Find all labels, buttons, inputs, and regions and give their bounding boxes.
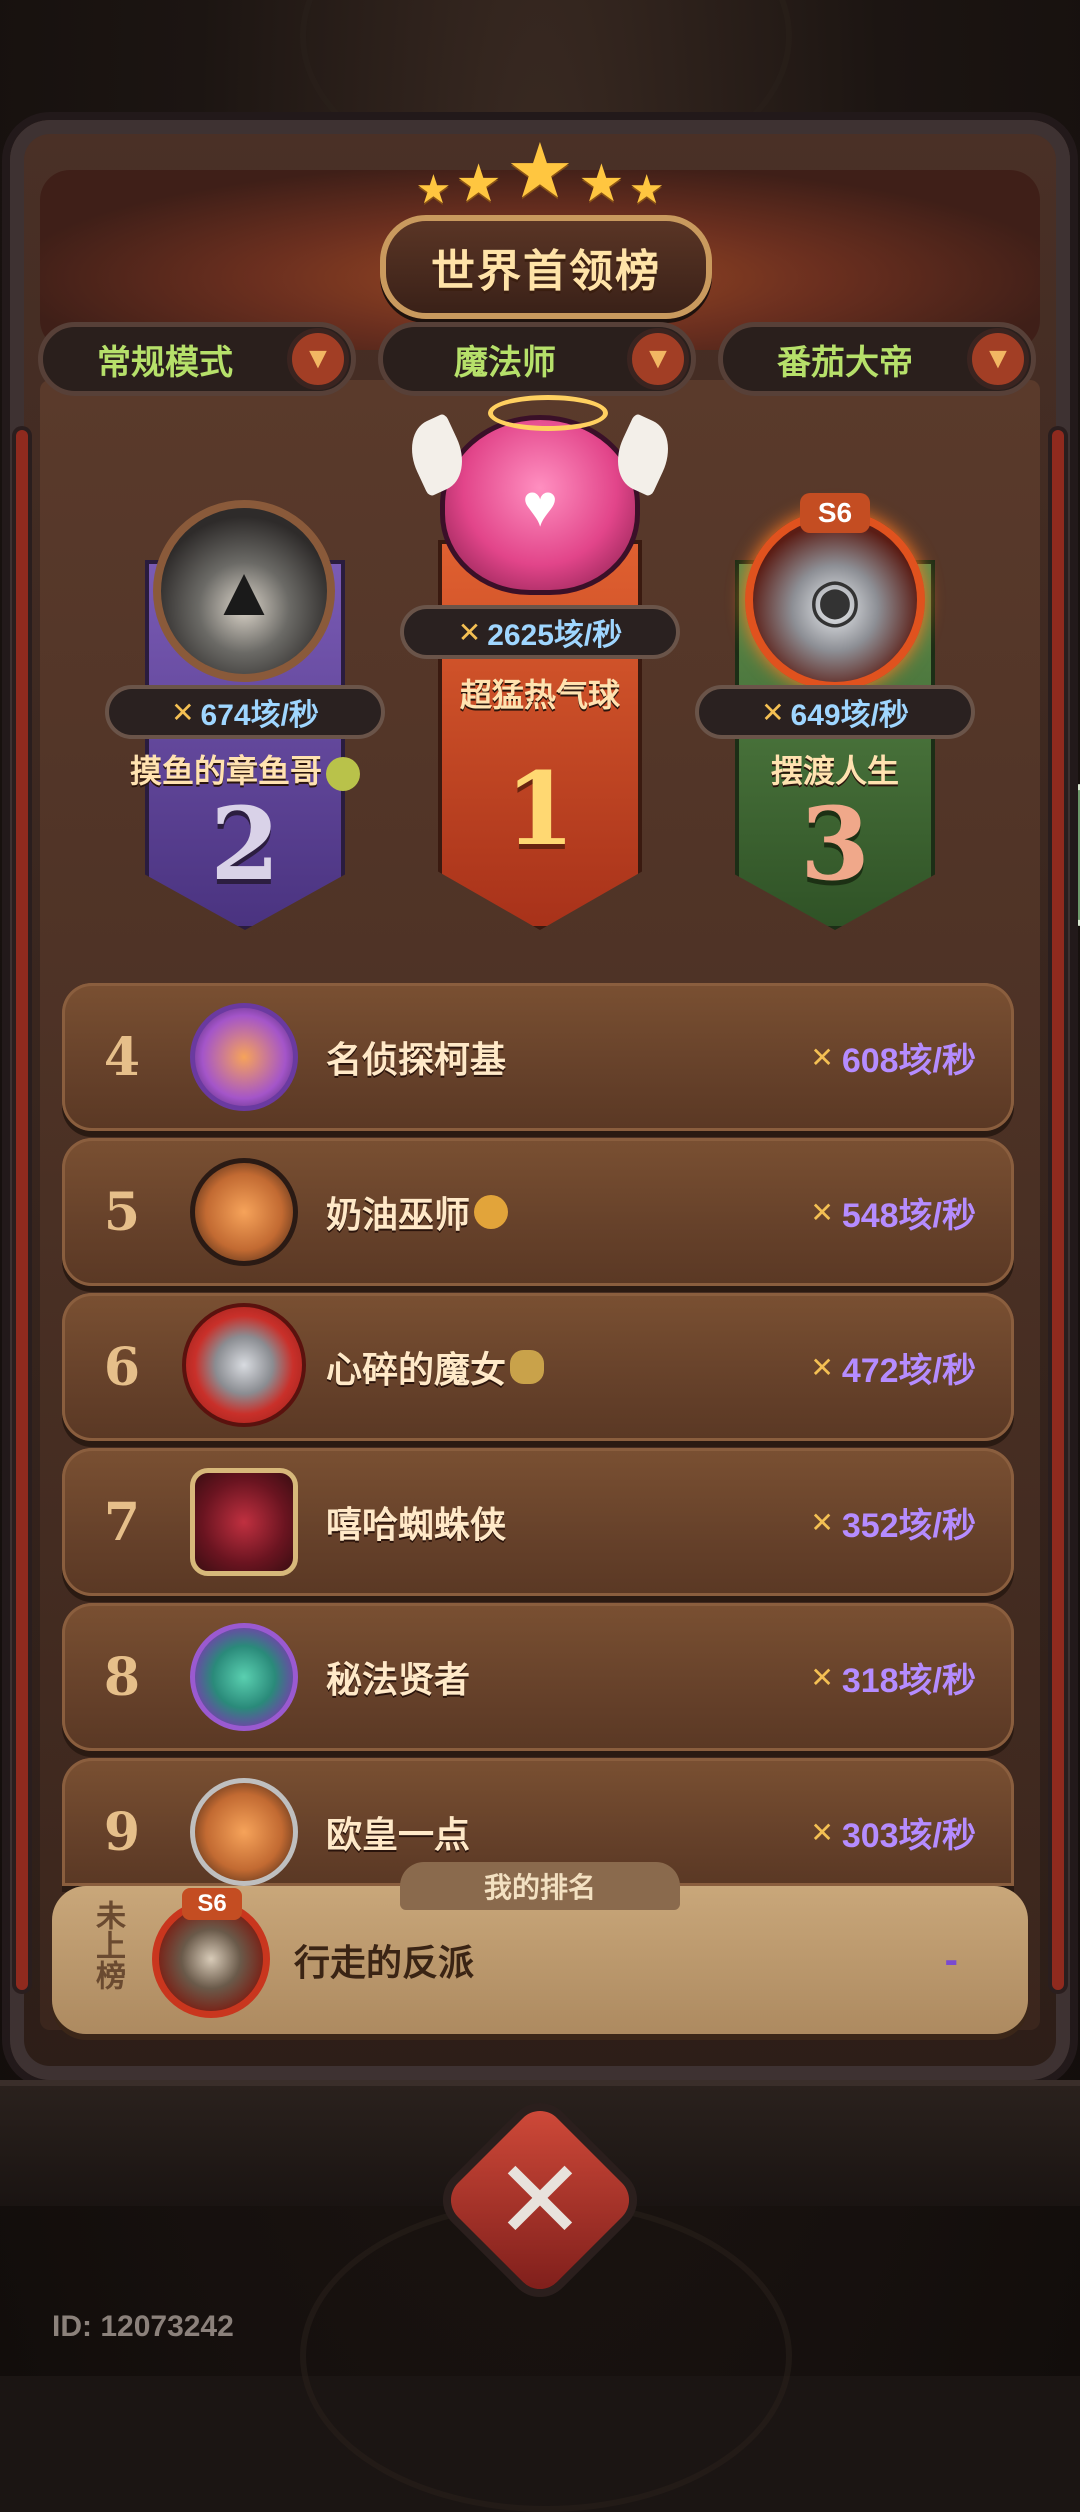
row-name: 心碎的魔女 [326, 1293, 545, 1441]
pear-icon [326, 756, 360, 791]
podium-first-pennant [438, 540, 642, 930]
row-avatar[interactable] [190, 1003, 298, 1111]
row-rank: 8 [103, 1646, 141, 1708]
chevron-down-icon[interactable]: ▼ [287, 328, 349, 390]
row-avatar[interactable] [190, 1778, 298, 1886]
ranking-row[interactable]: 6 心碎的魔女 ✕ 472垓/秒 [62, 1293, 1014, 1441]
chevron-down-icon[interactable]: ▼ [627, 328, 689, 390]
star-icon: ★ [628, 168, 665, 212]
page-title: 世界首领榜 [431, 247, 661, 296]
mode-dropdown-label: 常规模式 [97, 343, 233, 382]
podium-first-score-value: 2625垓/秒 [487, 619, 623, 652]
row-rank: 6 [103, 1336, 141, 1398]
row-name: 秘法贤者 [326, 1659, 471, 1700]
row-score: ✕ 318垓/秒 [810, 1661, 976, 1700]
crossed-swords-icon: ✕ [457, 616, 482, 648]
row-name: 奶油巫师 [326, 1138, 509, 1286]
title-plate: 世界首领榜 [380, 215, 712, 319]
crossed-swords-icon: ✕ [810, 1351, 834, 1383]
ranking-row[interactable]: 8 秘法贤者 ✕ 318垓/秒 [62, 1603, 1014, 1751]
left-rail [16, 430, 28, 1990]
my-rank-tab: 我的排名 [400, 1862, 680, 1910]
podium-third-rank: 3 [800, 785, 870, 903]
row-avatar[interactable] [190, 1468, 298, 1576]
crossed-swords-icon: ✕ [810, 1196, 834, 1228]
my-score: - [944, 1937, 958, 1982]
mode-dropdown[interactable]: 常规模式 ▼ [38, 322, 356, 396]
crossed-swords-icon: ✕ [810, 1041, 834, 1073]
heart-balloon-icon: ♥ [522, 471, 558, 539]
row-avatar[interactable] [182, 1303, 306, 1427]
class-dropdown-label: 魔法师 [454, 343, 556, 382]
podium-second-avatar[interactable]: ▲ [153, 500, 335, 682]
boss-dropdown[interactable]: 番茄大帝 ▼ [718, 322, 1036, 396]
podium-first-name: 超猛热气球 [459, 677, 620, 713]
star-icon: ★ [455, 155, 502, 213]
user-id: ID: 12073242 [52, 2310, 234, 2343]
row-avatar[interactable] [190, 1623, 298, 1731]
podium-third-score-value: 649垓/秒 [790, 699, 909, 732]
crossed-swords-icon: ✕ [810, 1661, 834, 1693]
star-icon: ★ [505, 129, 575, 214]
star-icon: ★ [415, 168, 452, 212]
ranking-row[interactable]: 4 名侦探柯基 ✕ 608垓/秒 [62, 983, 1014, 1131]
season-badge: S6 [800, 493, 870, 533]
row-avatar[interactable] [190, 1158, 298, 1266]
podium-first-rank: 1 [505, 750, 575, 868]
podium-third-avatar[interactable]: ◉ [745, 510, 925, 690]
fruit-icon [474, 1195, 509, 1229]
podium-second-score: ✕ 674垓/秒 [105, 685, 385, 739]
row-score: ✕ 472垓/秒 [810, 1351, 976, 1390]
row-name: 名侦探柯基 [326, 1039, 507, 1080]
podium-first-avatar[interactable]: ♥ [440, 415, 640, 595]
podium-second-rank: 2 [210, 785, 280, 903]
chevron-down-icon[interactable]: ▼ [967, 328, 1029, 390]
row-rank: 4 [103, 1026, 141, 1088]
my-rank-status: 未上榜 [91, 1900, 124, 1990]
row-name: 嘻哈蜘蛛侠 [326, 1504, 507, 1545]
crossed-swords-icon: ✕ [761, 696, 785, 728]
row-score: ✕ 303垓/秒 [810, 1816, 976, 1855]
ranking-row[interactable]: 7 嘻哈蜘蛛侠 ✕ 352垓/秒 [62, 1448, 1014, 1596]
star-icon: ★ [578, 155, 625, 213]
row-rank: 7 [103, 1491, 141, 1553]
crossed-swords-icon: ✕ [171, 696, 195, 728]
class-dropdown[interactable]: 魔法师 ▼ [378, 322, 696, 396]
row-rank: 5 [103, 1181, 141, 1243]
podium-second-score-value: 674垓/秒 [200, 699, 319, 732]
wizard-hat-icon: ▲ [209, 552, 279, 630]
rating-stars: ★ ★ ★ ★ ★ [405, 129, 675, 214]
potato-icon [510, 1350, 545, 1384]
halo-icon [488, 395, 608, 431]
row-score: ✕ 608垓/秒 [810, 1041, 976, 1080]
crossed-swords-icon: ✕ [810, 1506, 834, 1538]
row-rank: 9 [103, 1801, 141, 1863]
row-score: ✕ 548垓/秒 [810, 1196, 976, 1235]
cat-icon: ◉ [808, 566, 862, 633]
crossed-swords-icon: ✕ [810, 1816, 834, 1848]
close-icon[interactable]: ✕ [470, 2130, 610, 2270]
podium-first-score: ✕ 2625垓/秒 [400, 605, 680, 659]
right-rail [1052, 430, 1064, 1990]
podium-third-score: ✕ 649垓/秒 [695, 685, 975, 739]
season-badge: S6 [182, 1888, 242, 1920]
ranking-row[interactable]: 5 奶油巫师 ✕ 548垓/秒 [62, 1138, 1014, 1286]
row-score: ✕ 352垓/秒 [810, 1506, 976, 1545]
boss-dropdown-label: 番茄大帝 [777, 343, 913, 382]
